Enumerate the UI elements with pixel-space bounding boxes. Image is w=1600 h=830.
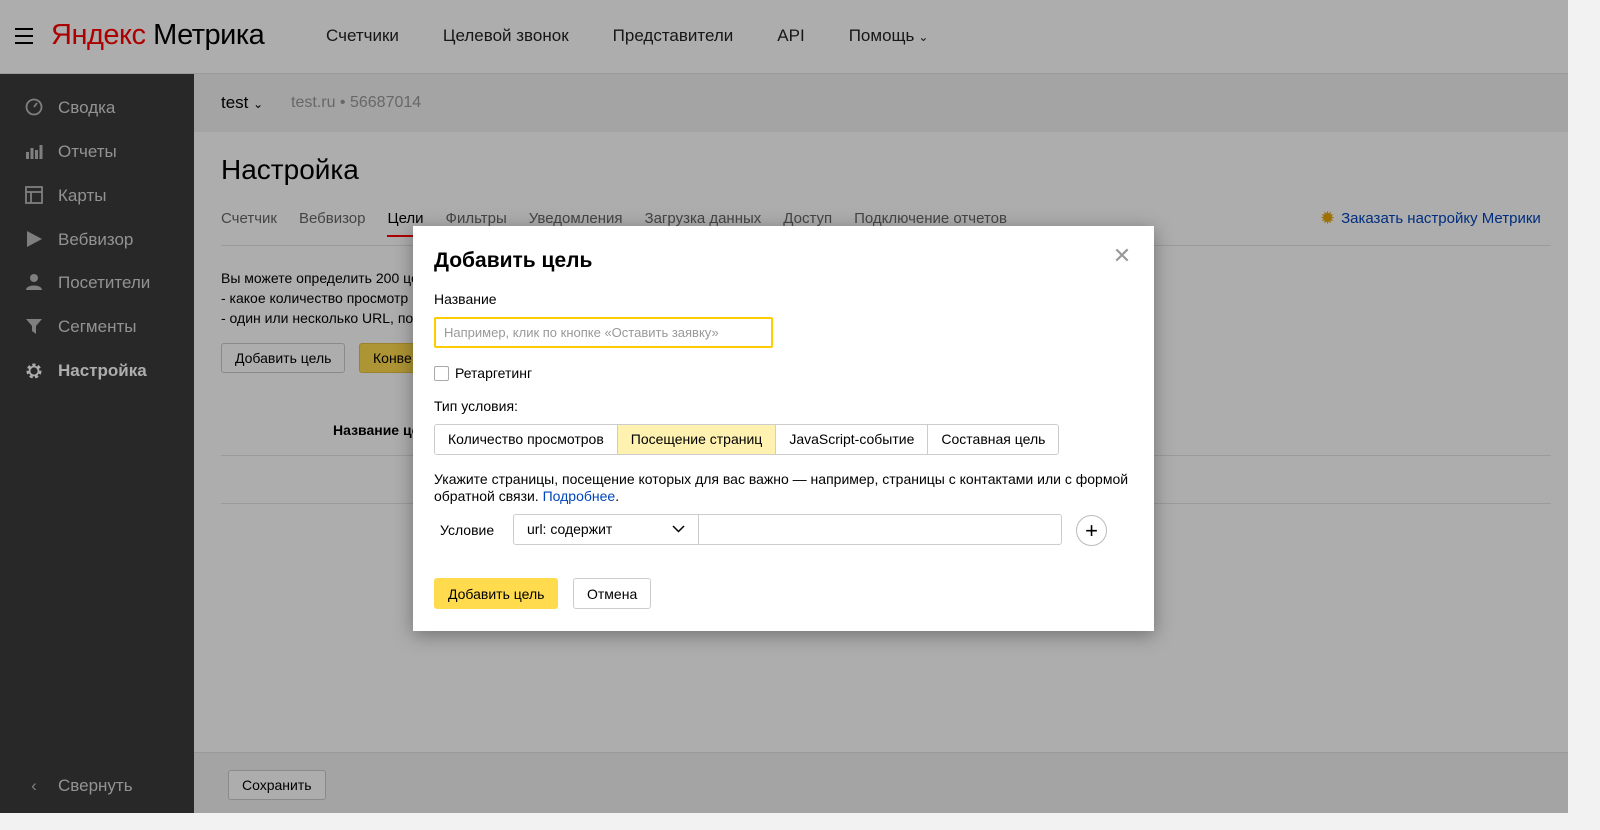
close-icon[interactable]: ✕ (1112, 245, 1132, 267)
chevron-down-icon (672, 515, 685, 544)
condition-value-input[interactable] (698, 514, 1062, 545)
condition-operator-select[interactable]: url: содержит (513, 514, 699, 545)
cancel-button[interactable]: Отмена (573, 578, 652, 609)
condition-type-js-event[interactable]: JavaScript-событие (776, 425, 929, 454)
hint-end: . (615, 488, 620, 504)
hint-text: Укажите страницы, посещение которых для … (434, 471, 1129, 504)
more-link[interactable]: Подробнее (543, 488, 616, 504)
condition-label: Условие (440, 522, 495, 538)
submit-add-goal-button[interactable]: Добавить цель (434, 578, 559, 609)
condition-type-composite[interactable]: Составная цель (928, 425, 1059, 454)
condition-type-page-visit[interactable]: Посещение страниц (617, 425, 777, 454)
checkbox-box[interactable] (434, 365, 449, 381)
retargeting-label: Ретаргетинг (455, 365, 533, 381)
condition-type-selector: Количество просмотров Посещение страниц … (434, 424, 1060, 455)
condition-type-label: Тип условия: (434, 398, 518, 414)
goal-name-input[interactable] (434, 317, 773, 348)
condition-operator-value: url: содержит (527, 521, 613, 537)
plus-icon: + (1085, 518, 1098, 543)
add-condition-button[interactable]: + (1076, 515, 1107, 546)
add-goal-dialog: Добавить цель ✕ Название Ретаргетинг Тип… (413, 226, 1154, 631)
goal-name-label: Название (434, 291, 497, 307)
retargeting-checkbox[interactable]: Ретаргетинг (434, 365, 532, 381)
condition-type-views[interactable]: Количество просмотров (435, 425, 618, 454)
dialog-title: Добавить цель (434, 249, 593, 272)
condition-hint: Укажите страницы, посещение которых для … (434, 471, 1139, 505)
